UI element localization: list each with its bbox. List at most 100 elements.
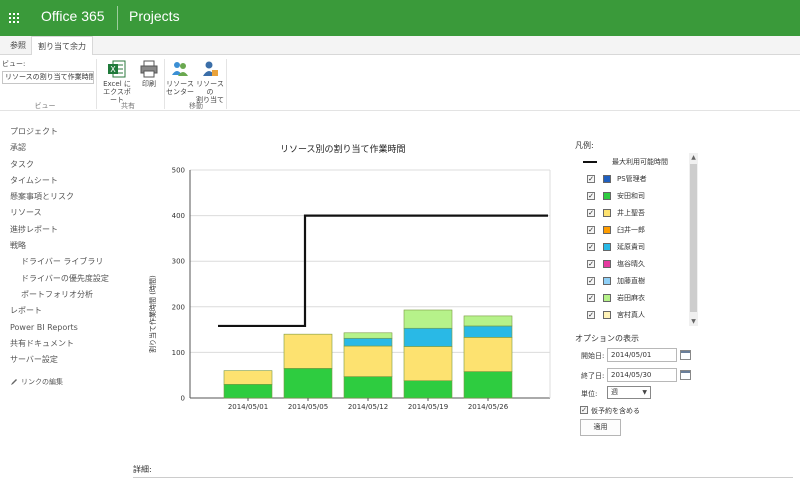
nav-item[interactable]: サーバー設定	[10, 352, 120, 368]
legend-checkbox[interactable]: ✓	[587, 293, 595, 302]
bar-segment	[463, 325, 513, 338]
legend-swatch	[603, 310, 611, 319]
bar-segment	[283, 368, 333, 399]
tab-browse[interactable]: 参照	[4, 36, 32, 55]
bar-segment	[463, 371, 513, 399]
bar-segment	[343, 332, 393, 339]
nav-item[interactable]: ドライバー ライブラリ	[10, 254, 120, 270]
legend-scrollbar[interactable]: ▲ ▼	[689, 153, 698, 326]
print-button[interactable]: 印刷	[138, 59, 160, 88]
y-tick-label: 0	[181, 395, 185, 403]
legend-swatch	[603, 225, 611, 234]
nav-item[interactable]: 進捗レポート	[10, 222, 120, 238]
y-tick-label: 400	[172, 212, 185, 220]
legend-checkbox[interactable]: ✓	[587, 310, 595, 319]
legend-item[interactable]: ✓宮下美緒	[577, 323, 687, 326]
y-tick-label: 200	[172, 303, 185, 311]
legend-checkbox[interactable]: ✓	[587, 259, 595, 268]
bar-segment	[403, 327, 453, 347]
legend-swatch	[603, 174, 611, 183]
legend-item[interactable]: ✓ 宮村真人	[577, 306, 687, 323]
people-icon	[172, 62, 188, 76]
legend-checkbox[interactable]: ✓	[587, 225, 595, 234]
legend-item[interactable]: ✓ 臼井一郎	[577, 221, 687, 238]
view-label: ビュー:	[2, 60, 26, 68]
nav-item[interactable]: Power BI Reports	[10, 320, 120, 336]
legend-label: 安田和司	[617, 191, 645, 200]
app-title[interactable]: Projects	[129, 8, 180, 24]
person-assign-icon	[203, 61, 218, 76]
view-select[interactable]: リソースの割り当て作業時間 ▾	[2, 71, 94, 84]
edit-links-button[interactable]: リンクの編集	[10, 377, 63, 387]
unit-value: 週	[611, 388, 618, 396]
resource-center-button[interactable]: リソース センター	[166, 59, 194, 96]
nav-item[interactable]: 共有ドキュメント	[10, 336, 120, 352]
legend: 最大利用可能時間 ✓ PS管理者 ✓ 安田和司 ✓ 井上聖吾 ✓ 臼井一郎 ✓ 延原貴司 ✓ 塩谷晴久 ✓…	[577, 153, 699, 326]
legend-checkbox[interactable]: ✓	[587, 242, 595, 251]
unit-label: 単位:	[581, 390, 598, 398]
divider	[117, 6, 118, 30]
nav-item[interactable]: リソース	[10, 205, 120, 221]
legend-checkbox[interactable]: ✓	[587, 208, 595, 217]
tentative-label: 仮予約を含める	[591, 407, 640, 415]
bar-segment	[343, 376, 393, 399]
legend-item[interactable]: ✓ 岩田麻衣	[577, 289, 687, 306]
bar-segment	[463, 315, 513, 327]
start-date-input[interactable]: 2014/05/01	[607, 348, 677, 362]
svg-text:X: X	[110, 65, 116, 74]
app-launcher-icon[interactable]	[0, 0, 28, 36]
max-capacity-line	[218, 214, 548, 328]
nav-item[interactable]: タスク	[10, 157, 120, 173]
legend-label: 最大利用可能時間	[612, 157, 668, 166]
end-date-input[interactable]: 2014/05/30	[607, 368, 677, 382]
brand-title[interactable]: Office 365	[41, 8, 105, 24]
legend-swatch	[603, 259, 611, 268]
divider	[164, 59, 165, 109]
apply-button[interactable]: 適用	[580, 419, 621, 436]
legend-item[interactable]: ✓ 井上聖吾	[577, 204, 687, 221]
legend-item[interactable]: ✓ PS管理者	[577, 170, 687, 187]
chevron-down-icon: ▼	[642, 389, 647, 396]
nav-item[interactable]: プロジェクト	[10, 124, 120, 140]
scroll-down-icon[interactable]: ▼	[689, 317, 698, 326]
legend-checkbox[interactable]: ✓	[587, 174, 595, 183]
scroll-thumb[interactable]	[690, 164, 697, 312]
nav-item[interactable]: レポート	[10, 303, 120, 319]
y-tick-label: 300	[172, 258, 185, 266]
nav-item[interactable]: 戦略	[10, 238, 120, 254]
excel-icon: X	[108, 60, 126, 78]
legend-line-marker	[583, 160, 597, 163]
legend-item[interactable]: ✓ 安田和司	[577, 187, 687, 204]
nav-item[interactable]: 承認	[10, 140, 120, 156]
legend-checkbox[interactable]: ✓	[587, 276, 595, 285]
unit-select[interactable]: 週 ▼	[607, 386, 651, 399]
legend-item[interactable]: 最大利用可能時間	[577, 153, 687, 170]
group-label-view: ビュー	[34, 102, 56, 110]
nav-item[interactable]: 懸案事項とリスク	[10, 189, 120, 205]
bar-segment	[343, 337, 393, 347]
scroll-up-icon[interactable]: ▲	[689, 153, 698, 162]
group-label-navigate: 移動	[189, 102, 203, 110]
calendar-icon[interactable]	[680, 370, 691, 380]
legend-swatch	[603, 242, 611, 251]
y-tick-label: 100	[172, 349, 185, 357]
legend-item[interactable]: ✓ 塩谷晴久	[577, 255, 687, 272]
legend-title: 凡例:	[575, 141, 594, 150]
nav-item[interactable]: ポートフォリオ分析	[10, 287, 120, 303]
x-tick-label: 2014/05/19	[408, 403, 448, 411]
legend-item[interactable]: ✓ 加藤直樹	[577, 272, 687, 289]
tab-capacity[interactable]: 割り当て余力	[31, 36, 93, 56]
legend-checkbox[interactable]: ✓	[587, 191, 595, 200]
legend-label: 宮村真人	[617, 310, 645, 319]
ribbon: ビュー: リソースの割り当て作業時間 ▾ ビュー X Excel に エクスポー…	[0, 55, 800, 111]
legend-swatch	[603, 191, 611, 200]
start-date-label: 開始日:	[581, 352, 605, 360]
resource-assignments-button[interactable]: リソースの 割り当て	[194, 59, 226, 104]
tentative-checkbox[interactable]: ✓	[580, 406, 588, 414]
nav-item[interactable]: タイムシート	[10, 173, 120, 189]
quick-launch: プロジェクト 承認 タスク タイムシート 懸案事項とリスク リソース 進捗レポート 戦略 ドライ…	[10, 124, 120, 368]
legend-item[interactable]: ✓ 延原貴司	[577, 238, 687, 255]
calendar-icon[interactable]	[680, 350, 691, 360]
export-excel-button[interactable]: X Excel に エクスポート	[100, 59, 134, 104]
nav-item[interactable]: ドライバーの優先度設定	[10, 271, 120, 287]
